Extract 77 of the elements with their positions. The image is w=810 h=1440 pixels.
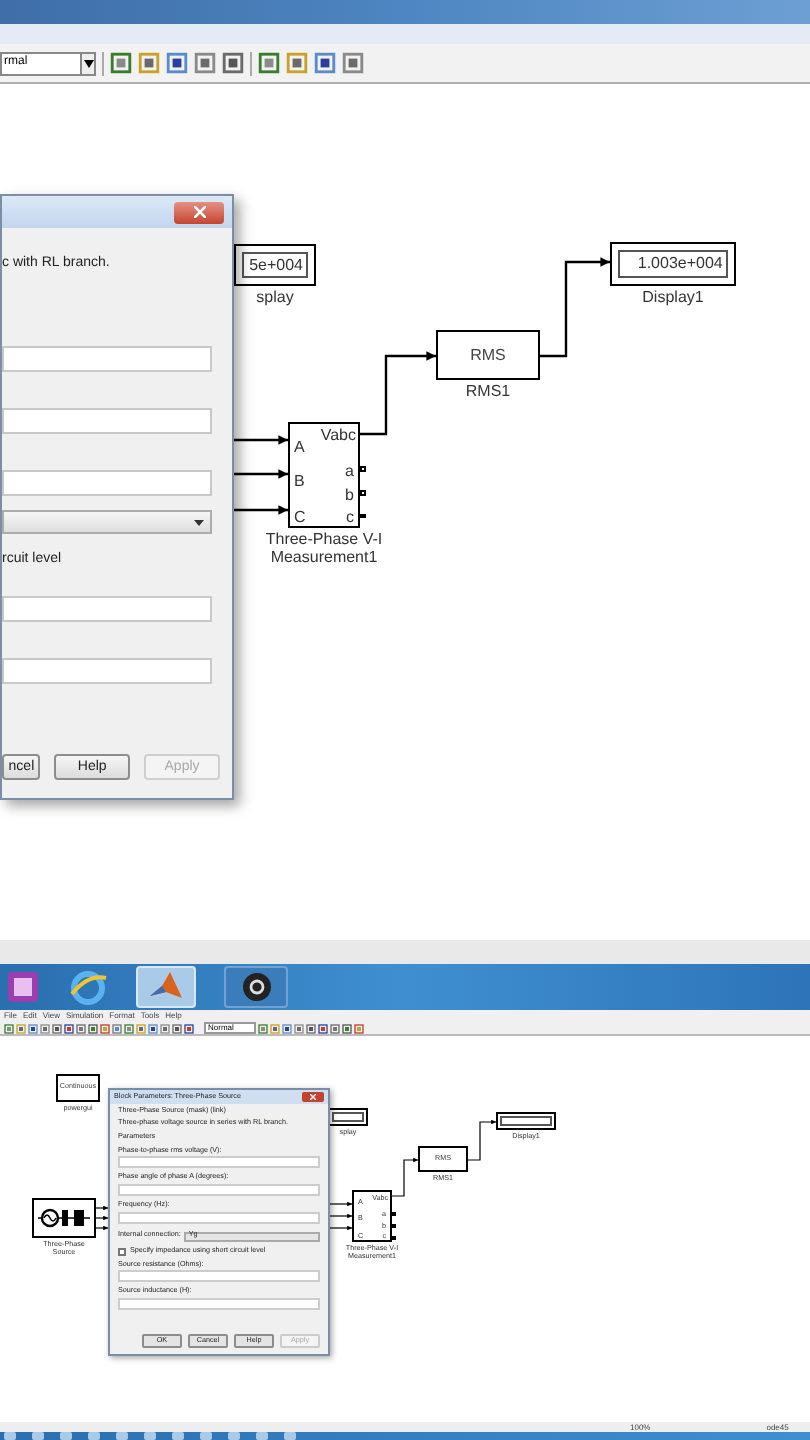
browser-icon[interactable] (68, 969, 108, 1005)
toolbar-icon[interactable] (222, 52, 244, 74)
caret-icon (194, 519, 204, 525)
input-field[interactable] (2, 408, 212, 434)
input-field[interactable] (2, 346, 212, 372)
toolbar-icon[interactable] (148, 1023, 158, 1033)
toolbar-icon[interactable] (64, 1023, 74, 1033)
input-field[interactable] (2, 470, 212, 496)
block-label: Display1 (642, 290, 704, 308)
input-field[interactable] (118, 1156, 320, 1169)
toolbar-icon[interactable] (52, 1023, 62, 1033)
toolbar-icon[interactable] (76, 1023, 86, 1033)
toolbar-icon[interactable] (172, 1023, 182, 1033)
toolbar-icon[interactable] (342, 52, 364, 74)
toolbar-icon[interactable] (28, 1023, 38, 1033)
port-label: b (345, 487, 354, 504)
toolbar-icon[interactable] (318, 1023, 328, 1033)
taskbar-icon[interactable] (4, 1432, 16, 1440)
dropdown[interactable] (2, 510, 212, 534)
record-app-icon (241, 972, 271, 1002)
taskbar-icon[interactable] (60, 1432, 72, 1440)
block-label: splay (256, 290, 294, 308)
toolbar-icon[interactable] (136, 1023, 146, 1033)
toolbar-icon[interactable] (342, 1023, 352, 1033)
toolbar-icon[interactable] (138, 52, 160, 74)
peak-surface-icon (150, 972, 182, 1002)
notebook-app-icon[interactable] (6, 970, 40, 1004)
toolbar-icon[interactable] (88, 1023, 98, 1033)
toolbar-icon[interactable] (166, 52, 188, 74)
toolbar-icon[interactable] (110, 52, 132, 74)
toolbar-icon[interactable] (100, 1023, 110, 1033)
input-field[interactable] (118, 1297, 320, 1310)
toolbar-icon[interactable] (354, 1023, 364, 1033)
close-button[interactable] (174, 201, 224, 223)
input-field[interactable] (2, 596, 212, 622)
port-label: B (293, 474, 305, 491)
toolbar-icon[interactable] (258, 52, 280, 74)
close-icon (310, 1094, 316, 1100)
toolbar-icon[interactable] (330, 1023, 340, 1033)
port-label: Vabc (320, 428, 356, 444)
input-field[interactable] (118, 1211, 320, 1224)
toolbar-icon[interactable] (314, 52, 336, 74)
input-field[interactable] (118, 1270, 320, 1283)
taskbar-icon[interactable] (88, 1432, 100, 1440)
display-block (496, 1112, 556, 1130)
port-label: a (345, 464, 354, 481)
close-button[interactable] (302, 1092, 324, 1102)
toolbar-icon[interactable] (270, 1023, 280, 1033)
toolbar-icon[interactable] (282, 1023, 292, 1033)
toolbar-icon[interactable] (306, 1023, 316, 1033)
toolbar-icon[interactable] (184, 1023, 194, 1033)
toolbar-icon[interactable] (40, 1023, 50, 1033)
toolbar-icon[interactable] (124, 1023, 134, 1033)
block-label: RMS1 (465, 384, 511, 402)
port-label: A (293, 439, 305, 456)
taskbar-app-button[interactable] (224, 966, 288, 1008)
toolbar-icon[interactable] (294, 1023, 304, 1033)
toolbar-icon[interactable] (194, 52, 216, 74)
checkbox[interactable] (118, 1247, 126, 1256)
taskbar-icon[interactable] (32, 1432, 44, 1440)
block-label: Three-Phase V-I Measurement1 (263, 532, 385, 568)
toolbar-icon[interactable] (258, 1023, 268, 1033)
toolbar-icon[interactable] (286, 52, 308, 74)
display-block (328, 1108, 368, 1126)
input-field[interactable] (118, 1183, 320, 1196)
connector-line (467, 1119, 497, 1161)
input-field[interactable] (2, 658, 212, 684)
toolbar-icon[interactable] (16, 1023, 26, 1033)
rms-block: RMS (436, 330, 540, 380)
display-value: 1.003e+004 (637, 252, 723, 276)
toolbar-icon[interactable] (160, 1023, 170, 1033)
port-label: c (345, 510, 354, 527)
toolbar-icon[interactable] (4, 1023, 14, 1033)
port-label: C (293, 509, 306, 526)
display-value: 5e+004 (249, 253, 303, 277)
caret-icon (80, 53, 94, 73)
close-icon (193, 206, 205, 218)
